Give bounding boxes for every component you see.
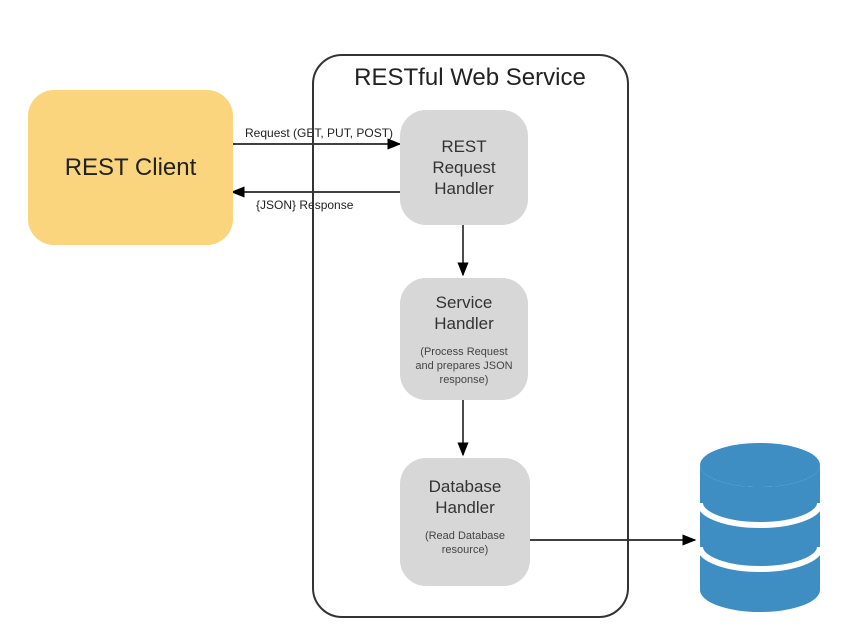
node-service-handler: Service Handler (Process Request and pre… [400, 278, 528, 400]
container-title: RESTful Web Service [340, 64, 600, 92]
node-database-handler: Database Handler (Read Database resource… [400, 458, 530, 586]
database-handler-title: Database Handler [429, 476, 502, 519]
client-label: REST Client [65, 154, 197, 182]
database-handler-subtitle: (Read Database resource) [400, 529, 530, 558]
service-handler-subtitle: (Process Request and prepares JSON respo… [400, 345, 528, 388]
service-handler-title: Service Handler [434, 292, 494, 335]
request-handler-title: REST Request Handler [432, 136, 495, 200]
node-rest-client: REST Client [28, 90, 233, 245]
diagram-canvas: REST Client Request (GET, PUT, POST) {JS… [0, 0, 850, 638]
node-rest-request-handler: REST Request Handler [400, 110, 528, 225]
database-icon [695, 440, 825, 615]
